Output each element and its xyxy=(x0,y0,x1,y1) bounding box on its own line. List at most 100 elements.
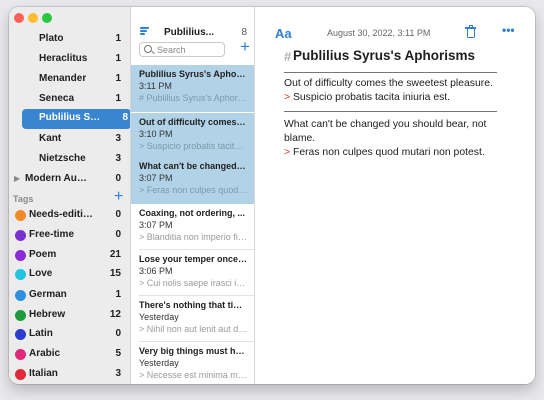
app-window: Plato 1 Heraclitus 1 Menander 1 Seneca 1… xyxy=(9,7,535,384)
note-time: 3:06 PM xyxy=(139,266,173,276)
sidebar-item-nietzsche[interactable]: Nietzsche 3 xyxy=(9,150,130,170)
tag-item-arabic[interactable]: Arabic 5 xyxy=(9,345,130,365)
tag-count: 12 xyxy=(109,309,121,320)
note-paragraph[interactable]: Out of difficulty comes the sweetest ple… xyxy=(284,77,506,105)
horizontal-rule xyxy=(284,111,497,112)
note-time: 3:11 PM xyxy=(139,81,172,91)
search-input[interactable] xyxy=(157,44,223,55)
close-window-button[interactable] xyxy=(14,13,24,23)
sidebar-item-kant[interactable]: Kant 3 xyxy=(9,130,130,150)
tag-count: 15 xyxy=(109,268,121,279)
tag-label: Arabic xyxy=(29,348,61,359)
note-date: August 30, 2022, 3:11 PM xyxy=(327,28,431,38)
sidebar-item-label: Nietzsche xyxy=(39,153,86,164)
note-time: Yesterday xyxy=(139,358,179,368)
window-controls xyxy=(14,13,52,23)
font-settings-button[interactable]: Aa xyxy=(275,26,292,41)
note-preview: > Nihil non aut lenit aut domat diuturni… xyxy=(139,324,248,334)
horizontal-rule xyxy=(284,72,497,73)
tag-label: Love xyxy=(29,268,53,279)
quote-line: > Suspicio probatis tacita iniuria est. xyxy=(284,91,506,105)
sort-icon[interactable] xyxy=(140,27,149,35)
note-title: Out of difficulty comes the sweetest ple… xyxy=(139,117,248,127)
tag-count: 0 xyxy=(115,209,121,220)
tag-item-love[interactable]: Love 15 xyxy=(9,265,130,285)
tag-label: Free-time xyxy=(29,229,75,240)
tag-count: 3 xyxy=(115,368,121,379)
minimize-window-button[interactable] xyxy=(28,13,38,23)
sidebar: Plato 1 Heraclitus 1 Menander 1 Seneca 1… xyxy=(9,7,131,384)
quote-marker: > xyxy=(284,92,291,103)
note-title: Lose your temper once ... xyxy=(139,254,248,264)
heading-marker: # xyxy=(284,49,292,64)
note-list-header: Publilius... 8 + xyxy=(131,7,254,64)
tag-label: Poem xyxy=(29,249,57,260)
tag-color-dot xyxy=(15,369,26,380)
tag-count: 0 xyxy=(115,229,121,240)
sidebar-item-label: Menander xyxy=(39,73,87,84)
note-time: 3:07 PM xyxy=(139,173,173,183)
chevron-right-icon[interactable]: ▶ xyxy=(14,174,20,183)
more-options-icon[interactable]: ••• xyxy=(502,23,515,37)
quote-text: Feras non culpes quod mutari non potest. xyxy=(292,147,485,158)
add-tag-icon[interactable]: + xyxy=(114,189,123,205)
sidebar-item-seneca[interactable]: Seneca 1 xyxy=(9,90,130,110)
tag-color-dot xyxy=(15,290,26,301)
note-list-item[interactable]: Coaxing, not ordering, ... 3:07 PM > Bla… xyxy=(131,204,254,251)
sidebar-item-menander[interactable]: Menander 1 xyxy=(9,70,130,90)
note-preview: > Necesse est minima maximorum esse init… xyxy=(139,370,248,380)
note-list-item[interactable]: Out of difficulty comes the sweetest ple… xyxy=(131,113,254,160)
sidebar-item-count: 8 xyxy=(122,112,128,123)
tag-label: German xyxy=(29,289,67,300)
sidebar-item-count: 0 xyxy=(115,173,121,184)
note-preview: > Blanditia non imperio fit dulcis Venus… xyxy=(139,232,248,242)
trash-icon[interactable] xyxy=(465,25,476,38)
note-heading[interactable]: Publilius Syrus's Aphorisms xyxy=(293,48,475,63)
note-list-item[interactable]: Lose your temper once ... 3:06 PM > Cui … xyxy=(131,250,254,297)
note-list-item[interactable]: There's nothing that time ... Yesterday … xyxy=(131,296,254,343)
sidebar-item-publilius-syrus[interactable]: Publilius Syrus 8 xyxy=(22,109,130,129)
tag-item-poem[interactable]: Poem 21 xyxy=(9,246,130,266)
note-paragraph[interactable]: What can't be changed you should bear, n… xyxy=(284,118,506,160)
note-preview: # Publilius Syrus's Aphorisms xyxy=(139,93,248,103)
note-title: Very big things must have ... xyxy=(139,346,248,356)
tag-color-dot xyxy=(15,329,26,340)
tag-label: Italian xyxy=(29,368,58,379)
sidebar-item-modern-authors[interactable]: ▶ Modern Authors 0 xyxy=(9,170,130,190)
note-time: Yesterday xyxy=(139,312,179,322)
tag-count: 0 xyxy=(115,328,121,339)
note-title: What can't be changed you should bear, n… xyxy=(139,161,248,171)
sidebar-item-count: 3 xyxy=(115,153,121,164)
sidebar-item-plato[interactable]: Plato 1 xyxy=(9,30,130,50)
sidebar-item-heraclitus[interactable]: Heraclitus 1 xyxy=(9,50,130,70)
tag-item-needs-editing[interactable]: Needs-editing 0 xyxy=(9,206,130,226)
sidebar-item-count: 1 xyxy=(115,33,121,44)
sidebar-item-count: 1 xyxy=(115,73,121,84)
sidebar-item-count: 3 xyxy=(115,133,121,144)
zoom-window-button[interactable] xyxy=(42,13,52,23)
tag-item-italian[interactable]: Italian 3 xyxy=(9,365,130,384)
note-time: 3:10 PM xyxy=(139,129,173,139)
note-list-item[interactable]: Very big things must have ... Yesterday … xyxy=(131,342,254,384)
tags-heading: Tags xyxy=(13,194,34,204)
note-list-item[interactable]: Publilius Syrus's Aphorisms 3:11 PM # Pu… xyxy=(131,65,254,112)
quote-marker: > xyxy=(284,147,291,158)
sidebar-item-label: Seneca xyxy=(39,93,75,104)
tag-item-german[interactable]: German 1 xyxy=(9,286,130,306)
note-time: 3:07 PM xyxy=(139,220,173,230)
tag-item-hebrew[interactable]: Hebrew 12 xyxy=(9,306,130,326)
tag-label: Latin xyxy=(29,328,53,339)
tag-count: 5 xyxy=(115,348,121,359)
search-field[interactable] xyxy=(139,42,225,57)
new-note-icon[interactable]: + xyxy=(240,38,250,55)
tag-label: Hebrew xyxy=(29,309,66,320)
sidebar-item-label: Kant xyxy=(39,133,62,144)
tag-item-free-time[interactable]: Free-time 0 xyxy=(9,226,130,246)
tag-item-latin[interactable]: Latin 0 xyxy=(9,325,130,345)
paragraph-text: Out of difficulty comes the sweetest ple… xyxy=(284,78,493,89)
note-list-item[interactable]: What can't be changed you should bear, n… xyxy=(131,157,254,204)
quote-text: Suspicio probatis tacita iniuria est. xyxy=(292,92,451,103)
paragraph-text: What can't be changed you should bear, n… xyxy=(284,119,487,144)
sidebar-item-label: Heraclitus xyxy=(39,53,88,64)
tag-color-dot xyxy=(15,210,26,221)
